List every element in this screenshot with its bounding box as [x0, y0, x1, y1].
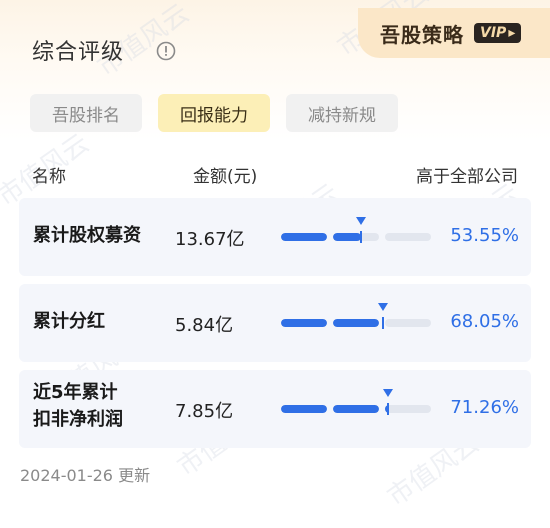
percentile-marker-icon: [356, 217, 367, 225]
row-percent: 68.05%: [450, 311, 519, 332]
row-label-line1: 近5年累计: [33, 382, 118, 403]
percentile-tick: [386, 403, 389, 415]
column-header-amount: 金额(元): [193, 167, 258, 187]
tab-bar: 吾股排名 回报能力 减持新规: [30, 94, 414, 132]
table-row: 近5年累计 扣非净利润 7.85亿 71.26%: [19, 370, 531, 448]
row-amount: 7.85亿: [175, 401, 234, 422]
percentile-tick: [382, 317, 385, 329]
bar-segment-fill: [281, 319, 327, 327]
bar-segment: [281, 405, 327, 413]
bar-segment-fill: [333, 233, 362, 241]
badge-label: 吾股策略: [380, 22, 464, 47]
row-label: 累计分红: [33, 311, 105, 332]
percentile-bar: [281, 389, 431, 415]
bar-segment-fill: [333, 319, 379, 327]
bar-segment-fill: [281, 405, 327, 413]
row-amount: 13.67亿: [175, 229, 245, 250]
update-timestamp: 2024-01-26 更新: [20, 462, 150, 486]
percentile-marker-icon: [378, 303, 389, 311]
info-icon[interactable]: [156, 41, 176, 61]
update-suffix: 更新: [118, 466, 151, 485]
update-date: 2024-01-26: [20, 466, 113, 485]
bar-segment: [385, 233, 431, 241]
vip-label: VIP: [480, 25, 507, 41]
vip-tag: VIP ▸: [474, 23, 522, 43]
percentile-tick: [360, 231, 363, 243]
bar-segment: [281, 233, 327, 241]
page-title: 综合评级: [32, 40, 125, 65]
tab-ranking[interactable]: 吾股排名: [30, 94, 142, 132]
bar-segment: [333, 233, 379, 241]
percentile-marker-icon: [382, 389, 393, 397]
bar-segment: [333, 319, 379, 327]
bar-segment-fill: [281, 233, 327, 241]
bar-segment-fill: [333, 405, 379, 413]
table-row: 累计股权募资 13.67亿 53.55%: [19, 198, 531, 276]
bar-segment: [333, 405, 379, 413]
bar-segment: [281, 319, 327, 327]
tab-reduction-rules[interactable]: 减持新规: [286, 94, 398, 132]
bar-segment: [385, 319, 431, 327]
rating-card: 市值风云 市值风云 市值风云 市值风云 市值风云 市值风云 市值风云 市值风云 …: [0, 0, 550, 528]
table-row: 累计分红 5.84亿 68.05%: [19, 284, 531, 362]
play-arrow-icon: ▸: [508, 25, 516, 41]
percentile-bar: [281, 217, 431, 243]
percentile-bar: [281, 303, 431, 329]
column-header-name: 名称: [32, 167, 66, 187]
row-percent: 71.26%: [450, 397, 519, 418]
row-label: 累计股权募资: [33, 225, 141, 246]
row-percent: 53.55%: [450, 225, 519, 246]
tab-return-ability[interactable]: 回报能力: [158, 94, 270, 132]
row-amount: 5.84亿: [175, 315, 234, 336]
row-label-line2: 扣非净利润: [33, 409, 123, 430]
column-header-percentile: 高于全部公司: [416, 167, 518, 187]
bar-segment: [385, 405, 431, 413]
strategy-vip-badge[interactable]: 吾股策略 VIP ▸: [358, 8, 550, 58]
